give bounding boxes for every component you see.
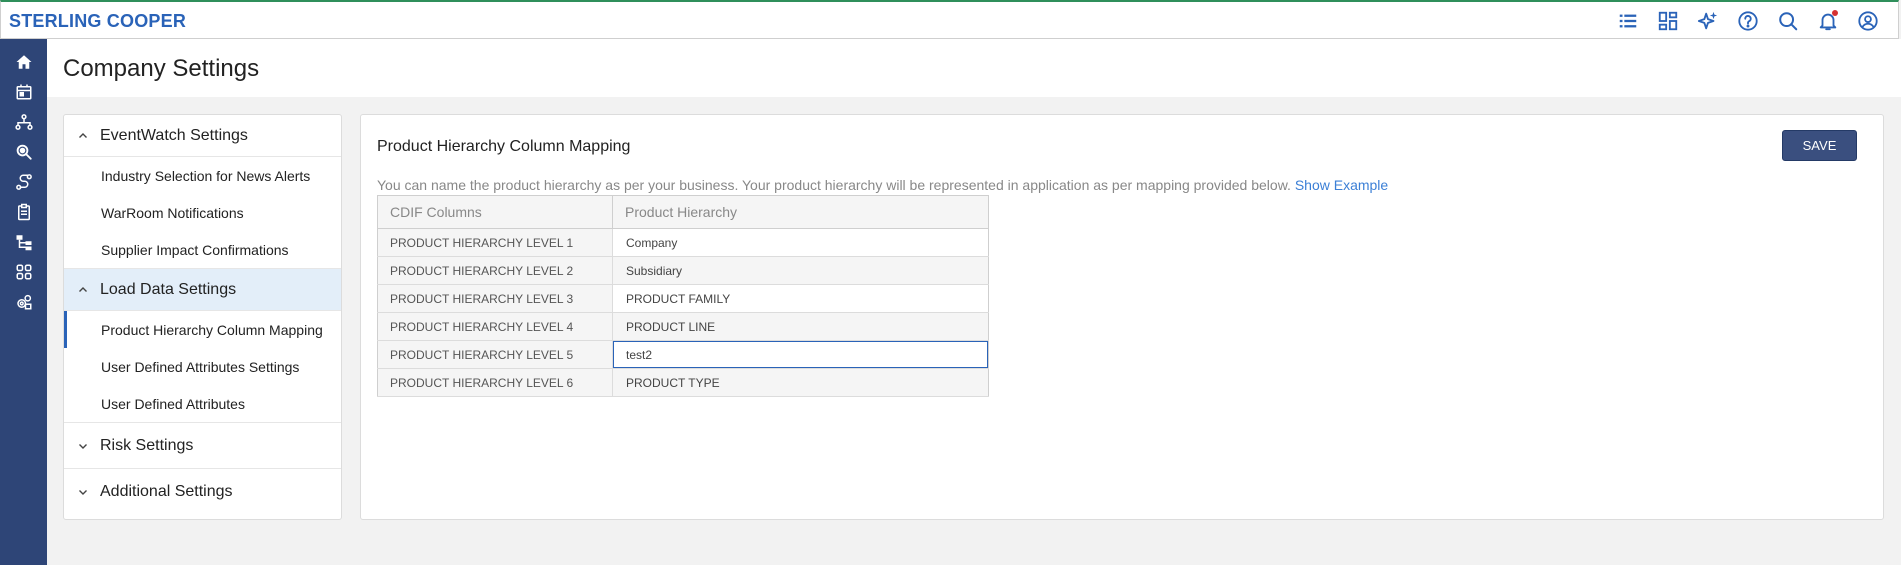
- page-title: Company Settings: [63, 55, 260, 82]
- section-risk-settings[interactable]: Risk Settings: [64, 423, 341, 469]
- network-icon[interactable]: [0, 107, 47, 137]
- sparkle-icon[interactable]: [1688, 8, 1728, 34]
- table-row: PRODUCT HIERARCHY LEVEL 2: [377, 256, 989, 285]
- list-icon[interactable]: [1608, 8, 1648, 34]
- route-icon[interactable]: [0, 167, 47, 197]
- chevron-up-icon: [78, 131, 90, 141]
- value-cell: [612, 340, 989, 369]
- mapping-table: CDIF Columns Product Hierarchy PRODUCT H…: [377, 195, 989, 397]
- column-header-product-hierarchy: Product Hierarchy: [612, 195, 989, 229]
- panel-title: Product Hierarchy Column Mapping: [377, 138, 631, 155]
- nav-item-industry-selection[interactable]: Industry Selection for News Alerts: [64, 157, 341, 194]
- dashboard-icon[interactable]: [1648, 8, 1688, 34]
- gear-cluster-icon[interactable]: [0, 287, 47, 317]
- description-text: You can name the product hierarchy as pe…: [377, 177, 1291, 193]
- hierarchy-name-input[interactable]: [613, 257, 988, 284]
- nav-item-warroom-notifications[interactable]: WarRoom Notifications: [64, 194, 341, 231]
- chevron-up-icon: [78, 285, 90, 295]
- nav-item-uda[interactable]: User Defined Attributes: [64, 385, 341, 422]
- hierarchy-name-input[interactable]: [613, 285, 988, 312]
- top-bar: STERLING COOPER: [0, 0, 1899, 39]
- table-row: PRODUCT HIERARCHY LEVEL 5: [377, 340, 989, 369]
- home-icon[interactable]: [0, 47, 47, 77]
- value-cell: [612, 256, 989, 285]
- nav-item-supplier-impact[interactable]: Supplier Impact Confirmations: [64, 231, 341, 268]
- hierarchy-name-input[interactable]: [613, 341, 988, 368]
- notification-dot: [1832, 10, 1838, 16]
- section-eventwatch-settings[interactable]: EventWatch Settings: [64, 115, 341, 157]
- hierarchy-name-input[interactable]: [613, 229, 988, 256]
- nav-item-product-hierarchy[interactable]: Product Hierarchy Column Mapping: [64, 311, 341, 348]
- nav-item-uda-settings[interactable]: User Defined Attributes Settings: [64, 348, 341, 385]
- calendar-icon[interactable]: [0, 77, 47, 107]
- table-row: PRODUCT HIERARCHY LEVEL 3: [377, 284, 989, 313]
- search-icon[interactable]: [1768, 8, 1808, 34]
- level-label: PRODUCT HIERARCHY LEVEL 5: [377, 340, 613, 369]
- bell-icon[interactable]: [1808, 8, 1848, 34]
- clipboard-icon[interactable]: [0, 197, 47, 227]
- show-example-link[interactable]: Show Example: [1295, 177, 1388, 193]
- value-cell: [612, 368, 989, 397]
- page-header: Company Settings: [47, 39, 1901, 97]
- nav-group-load-data: Load Data Settings Product Hierarchy Col…: [64, 269, 341, 423]
- table-row: PRODUCT HIERARCHY LEVEL 4: [377, 312, 989, 341]
- level-label: PRODUCT HIERARCHY LEVEL 6: [377, 368, 613, 397]
- value-cell: [612, 284, 989, 313]
- settings-nav: EventWatch Settings Industry Selection f…: [63, 114, 342, 520]
- save-button[interactable]: SAVE: [1782, 130, 1857, 161]
- description: You can name the product hierarchy as pe…: [377, 177, 1388, 193]
- nav-group-eventwatch: EventWatch Settings Industry Selection f…: [64, 115, 341, 269]
- apps-icon[interactable]: [0, 257, 47, 287]
- level-label: PRODUCT HIERARCHY LEVEL 3: [377, 284, 613, 313]
- hierarchy-name-input[interactable]: [613, 313, 988, 340]
- table-header-row: CDIF Columns Product Hierarchy: [377, 195, 989, 229]
- value-cell: [612, 312, 989, 341]
- section-label: EventWatch Settings: [100, 126, 248, 144]
- top-icons: [1608, 8, 1888, 34]
- section-label: Additional Settings: [100, 483, 233, 500]
- section-load-data-settings[interactable]: Load Data Settings: [64, 269, 341, 311]
- value-cell: [612, 228, 989, 257]
- section-label: Risk Settings: [100, 436, 194, 454]
- column-header-cdif: CDIF Columns: [377, 195, 613, 229]
- left-rail: [0, 39, 47, 565]
- help-icon[interactable]: [1728, 8, 1768, 34]
- table-row: PRODUCT HIERARCHY LEVEL 1: [377, 228, 989, 257]
- level-label: PRODUCT HIERARCHY LEVEL 4: [377, 312, 613, 341]
- hierarchy-icon[interactable]: [0, 227, 47, 257]
- user-icon[interactable]: [1848, 8, 1888, 34]
- chevron-down-icon: [78, 441, 90, 451]
- level-label: PRODUCT HIERARCHY LEVEL 2: [377, 256, 613, 285]
- table-row: PRODUCT HIERARCHY LEVEL 6: [377, 368, 989, 397]
- chevron-down-icon: [78, 487, 90, 497]
- section-additional-settings[interactable]: Additional Settings: [64, 469, 341, 515]
- search-zoom-icon[interactable]: [0, 137, 47, 167]
- level-label: PRODUCT HIERARCHY LEVEL 1: [377, 228, 613, 257]
- brand-logo[interactable]: STERLING COOPER: [9, 11, 186, 32]
- main-panel: Product Hierarchy Column Mapping SAVE Yo…: [360, 114, 1884, 520]
- hierarchy-name-input[interactable]: [613, 369, 988, 396]
- section-label: Load Data Settings: [100, 280, 237, 298]
